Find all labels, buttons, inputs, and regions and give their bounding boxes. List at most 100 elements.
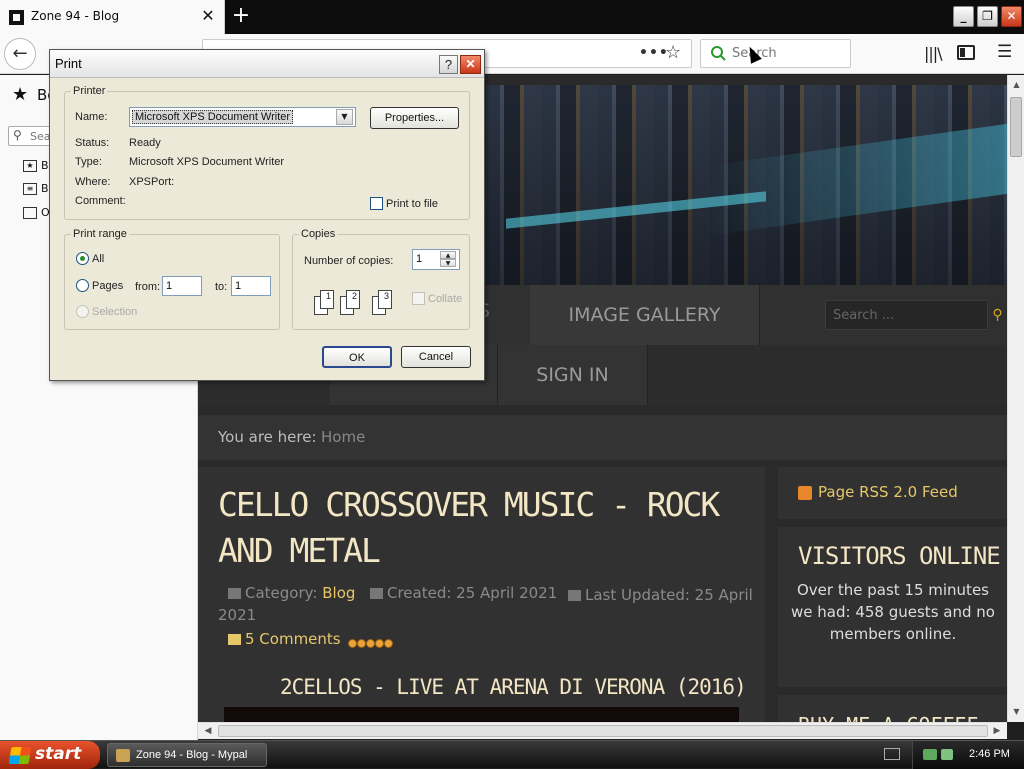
article: CELLO CROSSOVER MUSIC - ROCK AND METAL C…	[198, 467, 765, 722]
star-folder-icon: ★	[23, 160, 37, 172]
rating-star-icon[interactable]	[366, 639, 375, 648]
clock[interactable]: 2:46 PM	[969, 748, 1010, 760]
nav-item-image-gallery[interactable]: IMAGE GALLERY	[530, 285, 760, 345]
stepper-up-icon[interactable]: ▲	[440, 251, 456, 259]
scroll-thumb[interactable]	[218, 725, 988, 737]
visitors-title: VISITORS ONLINE	[798, 542, 1001, 570]
scroll-up-icon[interactable]: ▲	[1010, 78, 1023, 92]
sidebar-item-menu[interactable]: ≡ B	[23, 182, 49, 200]
dialog-close-icon[interactable]: ✕	[460, 55, 481, 74]
new-tab-button[interactable]: +	[230, 4, 252, 28]
meta-created: Created: 25 April 2021	[370, 584, 557, 602]
sidebar-item-other[interactable]: O	[23, 206, 50, 224]
rss-feed-link[interactable]: Page RSS 2.0 Feed	[818, 483, 958, 501]
article-subtitle: 2CELLOS - LIVE AT ARENA DI VERONA (2016)	[280, 675, 747, 699]
article-title[interactable]: CELLO CROSSOVER MUSIC - ROCK AND METAL	[218, 482, 758, 574]
copies-stepper[interactable]: ▲ ▼	[440, 251, 456, 268]
vertical-scrollbar[interactable]: ▲ ▼	[1007, 75, 1024, 722]
window-minimize-button[interactable]: _	[953, 6, 974, 27]
browser-tab[interactable]: Zone 94 - Blog ✕	[0, 0, 225, 34]
range-selection-label: Selection	[92, 306, 138, 318]
print-range-legend: Print range	[71, 228, 129, 240]
breadcrumb-home[interactable]: Home	[321, 428, 365, 446]
search-engine-icon	[711, 46, 726, 61]
help-icon[interactable]: ?	[439, 55, 458, 74]
rating-star-icon[interactable]	[384, 639, 393, 648]
rating-star-icon[interactable]	[357, 639, 366, 648]
print-to-file-label[interactable]: Print to file	[386, 198, 438, 210]
site-search-icon[interactable]: ⚲	[988, 300, 1007, 330]
printer-group-legend: Printer	[71, 85, 108, 97]
type-value: Microsoft XPS Document Writer	[129, 156, 285, 168]
dialog-titlebar[interactable]: Print ? ✕	[50, 50, 484, 78]
sidebar-toggle-icon[interactable]	[957, 45, 975, 60]
ok-button[interactable]: OK	[322, 346, 392, 368]
breadcrumb: You are here: Home	[198, 415, 1007, 460]
visitors-text: Over the past 15 minutes we had: 458 gue…	[791, 581, 995, 643]
printer-select[interactable]: Microsoft XPS Document Writer ▼	[129, 107, 356, 127]
horizontal-scrollbar[interactable]: ◀ ▶	[198, 722, 1007, 739]
collate-checkbox[interactable]	[412, 292, 425, 305]
meta-updated-text: Last Updated: 25 April	[585, 586, 753, 604]
embedded-video[interactable]	[224, 707, 739, 722]
printer-select-value: Microsoft XPS Document Writer	[132, 110, 294, 124]
range-pages-label[interactable]: Pages	[92, 280, 123, 292]
comment-icon	[228, 634, 241, 645]
folder-icon	[228, 588, 241, 599]
range-pages-radio[interactable]	[76, 279, 89, 292]
tab-close-icon[interactable]: ✕	[199, 6, 217, 26]
scroll-right-icon[interactable]: ▶	[990, 724, 1004, 738]
library-icon[interactable]: |||\	[924, 44, 943, 63]
stepper-down-icon[interactable]: ▼	[440, 259, 456, 267]
windows-logo-icon	[8, 747, 32, 764]
site-search-input[interactable]: Search ...	[825, 300, 988, 330]
taskbar-item-label: Zone 94 - Blog - Mypal	[136, 749, 248, 761]
rating-stars[interactable]	[348, 633, 393, 652]
window-close-button[interactable]: ✕	[1001, 6, 1022, 27]
meta-created-text: Created: 25 April 2021	[387, 584, 558, 602]
collate-page-icon: 1	[320, 290, 334, 309]
sidebar-item-toolbar[interactable]: ★ B	[23, 159, 49, 177]
rating-star-icon[interactable]	[375, 639, 384, 648]
hamburger-menu-icon[interactable]: ☰	[997, 42, 1012, 62]
keyboard-icon[interactable]	[884, 748, 900, 760]
from-input[interactable]: 1	[162, 276, 202, 296]
range-selection-radio[interactable]	[76, 305, 89, 318]
range-all-label[interactable]: All	[92, 253, 104, 265]
print-dialog: Print ? ✕ Printer Name: Microsoft XPS Do…	[49, 49, 485, 381]
search-bar[interactable]: Search	[700, 39, 851, 68]
hero-glow	[706, 123, 1007, 237]
start-button[interactable]: start	[0, 741, 100, 769]
comments-link[interactable]: 5 Comments	[228, 630, 341, 648]
to-input[interactable]: 1	[231, 276, 271, 296]
where-value: XPSPort:	[129, 176, 175, 188]
menu-folder-icon: ≡	[23, 183, 37, 195]
cancel-button[interactable]: Cancel	[401, 346, 471, 368]
range-all-radio[interactable]	[76, 252, 89, 265]
tab-title: Zone 94 - Blog	[31, 9, 120, 23]
window-maximize-button[interactable]: ❐	[977, 6, 998, 27]
bookmark-star-icon[interactable]: ☆	[665, 42, 681, 63]
sidebar-item-label: B	[41, 182, 49, 195]
properties-button[interactable]: Properties...	[370, 107, 459, 129]
site-favicon-icon	[9, 10, 24, 25]
rating-star-icon[interactable]	[348, 639, 357, 648]
bookmarks-search-placeholder: Sea	[30, 130, 51, 143]
calendar-icon	[370, 588, 383, 599]
header-city-image	[486, 85, 1007, 285]
meta-updated: Last Updated: 25 April	[568, 584, 758, 606]
scroll-left-icon[interactable]: ◀	[201, 724, 215, 738]
category-link[interactable]: Blog	[322, 584, 355, 602]
chevron-down-icon[interactable]: ▼	[336, 109, 353, 125]
back-arrow-icon[interactable]: ←	[4, 38, 36, 70]
network-icon[interactable]	[923, 749, 937, 760]
sidebar-item-label: B	[41, 159, 49, 172]
status-label: Status:	[75, 137, 110, 149]
scroll-thumb[interactable]	[1010, 97, 1022, 157]
scroll-down-icon[interactable]: ▼	[1010, 705, 1023, 719]
taskbar-item-browser[interactable]: Zone 94 - Blog - Mypal	[107, 743, 267, 767]
volume-icon[interactable]	[941, 749, 953, 760]
nav-item-sign-in[interactable]: SIGN IN	[498, 345, 648, 405]
print-to-file-checkbox[interactable]	[370, 197, 383, 210]
type-label: Type:	[75, 156, 102, 168]
